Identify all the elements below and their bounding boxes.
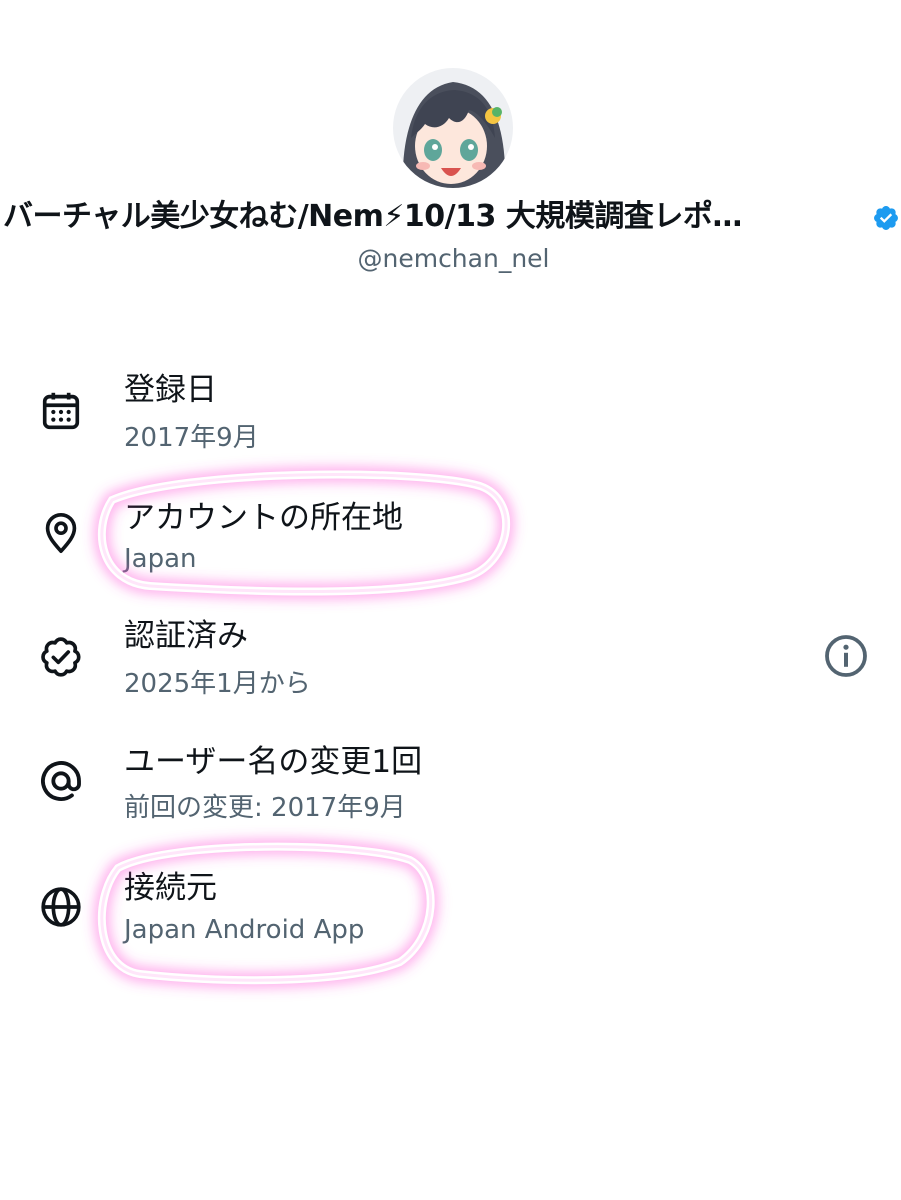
location-pin-icon <box>45 512 77 554</box>
row-value: 2017年9月 <box>124 423 259 453</box>
at-sign-icon <box>41 761 81 801</box>
calendar-icon <box>42 392 80 430</box>
info-row-verified: 認証済み 2025年1月から <box>0 612 901 712</box>
row-title: 接続元 <box>124 870 217 906</box>
verified-badge-outline-icon <box>41 637 81 677</box>
row-title: 認証済み <box>124 618 248 654</box>
about-account-page: バーチャル美少女ねむ/Nem⚡10/13 大規模調査レポ… @nemchan_n… <box>0 0 901 1200</box>
profile-handle: @nemchan_nel <box>357 244 550 273</box>
row-title: ユーザー名の変更1回 <box>124 744 423 780</box>
globe-icon <box>41 887 81 927</box>
info-icon[interactable] <box>822 632 870 680</box>
row-value: Japan Android App <box>124 915 365 945</box>
avatar[interactable] <box>393 68 513 188</box>
info-row-connected-via: 接続元 Japan Android App <box>0 862 901 962</box>
info-row-username-changes: ユーザー名の変更1回 前回の変更: 2017年9月 <box>0 736 901 836</box>
row-title: アカウントの所在地 <box>124 500 403 536</box>
row-value: Japan <box>124 544 197 574</box>
row-title: 登録日 <box>124 372 217 408</box>
display-name-text: バーチャル美少女ねむ/Nem⚡10/13 大規模調査レポ… <box>3 199 742 234</box>
row-value: 2025年1月から <box>124 669 311 699</box>
profile-display-name: バーチャル美少女ねむ/Nem⚡10/13 大規模調査レポ… <box>0 194 901 240</box>
verified-badge-icon <box>874 206 898 230</box>
info-row-account-location: アカウントの所在地 Japan <box>0 486 901 586</box>
info-row-joined: 登録日 2017年9月 <box>0 364 901 464</box>
row-value: 前回の変更: 2017年9月 <box>124 793 406 823</box>
